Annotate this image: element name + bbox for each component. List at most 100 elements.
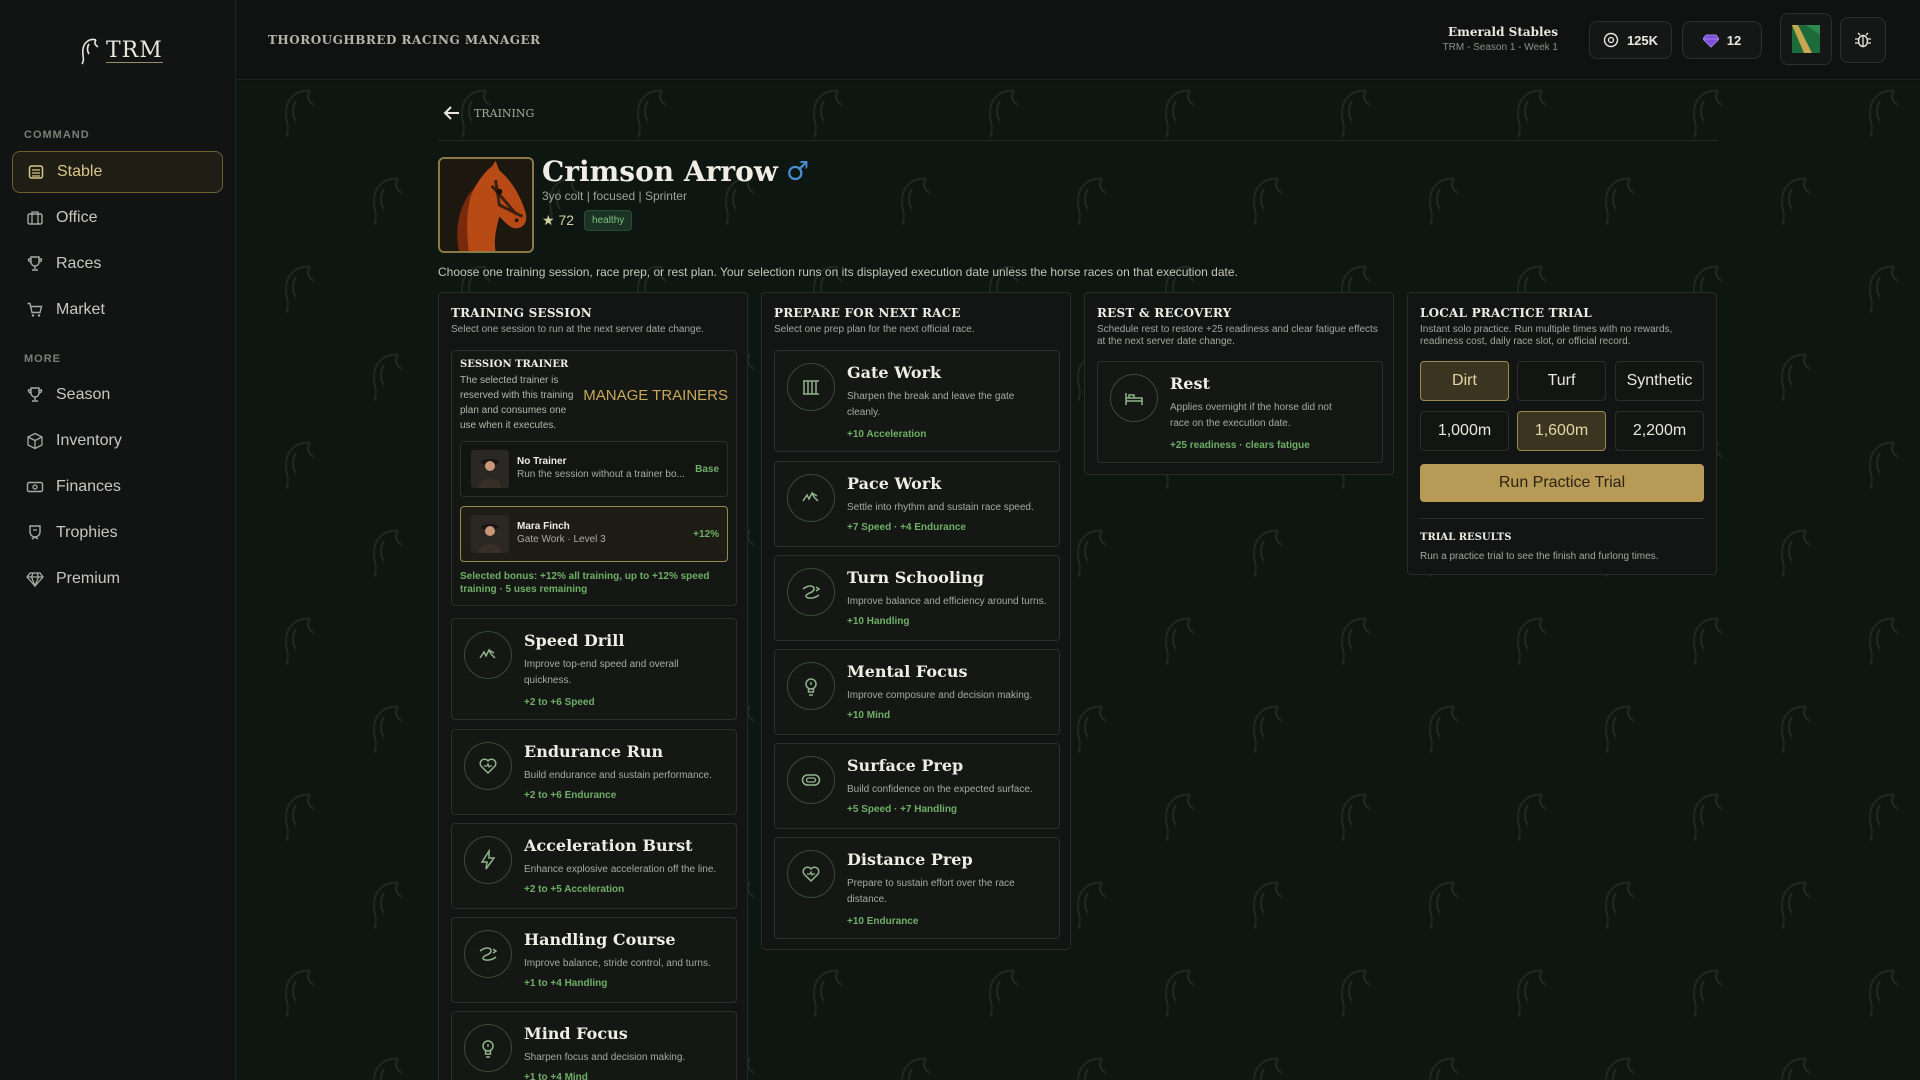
card-title: Mental Focus	[847, 662, 968, 681]
prep-card-pace-work[interactable]: Pace Work Settle into rhythm and sustain…	[774, 461, 1060, 547]
gems-balance[interactable]: 12	[1682, 21, 1762, 59]
horse-rating: ★ 72	[542, 212, 575, 228]
horse-details: 3yo colt | focused | Sprinter	[542, 189, 687, 203]
card-title: Gate Work	[847, 363, 942, 382]
silks-avatar[interactable]	[1780, 13, 1832, 65]
trainer-avatar	[471, 450, 509, 488]
sidebar-item-office[interactable]: Office	[12, 197, 223, 239]
season-week: TRM - Season 1 - Week 1	[1442, 42, 1558, 53]
trainer-sub: Run the session without a trainer bo...	[517, 469, 685, 480]
distance-option-1600m[interactable]: 1,600m	[1517, 411, 1606, 451]
session-card-handling-course[interactable]: Handling Course Improve balance, stride …	[451, 917, 737, 1003]
card-description: Build endurance and sustain performance.	[524, 770, 712, 781]
card-title: Pace Work	[847, 474, 942, 493]
trainer-option-mara-finch[interactable]: Mara Finch Gate Work · Level 3 +12%	[460, 506, 728, 562]
coins-value: 125K	[1626, 32, 1659, 48]
sidebar-item-label: Inventory	[56, 432, 122, 449]
bulb-icon	[464, 1024, 512, 1072]
sidebar: TRM COMMAND Stable Office Races Market M…	[0, 0, 236, 1080]
sidebar-item-season[interactable]: Season	[12, 374, 223, 416]
sidebar-item-inventory[interactable]: Inventory	[12, 420, 223, 462]
panel-title: TRAINING SESSION	[451, 306, 592, 320]
session-card-acceleration-burst[interactable]: Acceleration Burst Enhance explosive acc…	[451, 823, 737, 909]
card-title: Acceleration Burst	[524, 836, 693, 855]
card-bonus: +2 to +6 Endurance	[524, 790, 617, 801]
box-icon	[27, 432, 43, 450]
surface-option-turf[interactable]: Turf	[1517, 361, 1606, 401]
trainer-portrait-icon	[471, 515, 509, 553]
card-title: Rest	[1170, 374, 1210, 393]
gate-icon	[787, 363, 835, 411]
heart-icon	[464, 742, 512, 790]
horse-portrait	[438, 157, 534, 253]
sidebar-item-label: Market	[56, 301, 105, 318]
panel-title: REST & RECOVERY	[1097, 306, 1232, 320]
horse-name: Crimson Arrow ♂	[542, 155, 809, 188]
card-description: Improve top-end speed and overall quickn…	[524, 659, 679, 686]
gem-icon	[26, 572, 44, 588]
session-card-mind-focus[interactable]: Mind Focus Sharpen focus and decision ma…	[451, 1011, 737, 1080]
logo-text: TRM	[106, 37, 163, 63]
prep-card-mental-focus[interactable]: Mental Focus Improve composure and decis…	[774, 649, 1060, 735]
session-card-speed-drill[interactable]: Speed Drill Improve top-end speed and ov…	[451, 618, 737, 720]
horse-logo-icon	[81, 38, 99, 65]
sidebar-item-label: Trophies	[56, 524, 118, 541]
trainer-option-none[interactable]: No Trainer Run the session without a tra…	[460, 441, 728, 497]
back-to-training[interactable]: TRAINING	[442, 103, 534, 123]
prep-card-turn-schooling[interactable]: Turn Schooling Improve balance and effic…	[774, 555, 1060, 641]
selected-bonus: Selected bonus: +12% all training, up to…	[460, 571, 710, 595]
surface-option-synthetic[interactable]: Synthetic	[1615, 361, 1704, 401]
panel-title: LOCAL PRACTICE TRIAL	[1420, 306, 1592, 320]
nav-heading-command: COMMAND	[24, 129, 90, 141]
sidebar-item-premium[interactable]: Premium	[12, 558, 223, 600]
sidebar-item-market[interactable]: Market	[12, 289, 223, 331]
status-badge: healthy	[584, 210, 633, 231]
card-bonus: +1 to +4 Handling	[524, 978, 608, 989]
trainer-name: No Trainer	[517, 456, 567, 467]
sidebar-item-trophies[interactable]: Trophies	[12, 512, 223, 554]
horse-head-image	[440, 159, 532, 251]
panel-subtitle: Instant solo practice. Run multiple time…	[1420, 324, 1673, 347]
session-trainer-box: SESSION TRAINER The selected trainer is …	[451, 350, 737, 606]
bug-report-button[interactable]	[1840, 17, 1886, 63]
sidebar-item-finances[interactable]: Finances	[12, 466, 223, 508]
distance-option-1000m[interactable]: 1,000m	[1420, 411, 1509, 451]
manage-trainers-button[interactable]: MANAGE TRAINERS	[583, 387, 728, 404]
card-title: Mind Focus	[524, 1024, 628, 1043]
bed-icon	[1110, 374, 1158, 422]
gallop-icon	[464, 631, 512, 679]
card-description: Improve composure and decision making.	[847, 690, 1033, 701]
distance-option-2200m[interactable]: 2,200m	[1615, 411, 1704, 451]
card-description: Prepare to sustain effort over the race …	[847, 878, 1015, 905]
coin-icon	[1603, 32, 1619, 48]
heart-icon	[787, 850, 835, 898]
sidebar-item-races[interactable]: Races	[12, 243, 223, 285]
card-bonus: +1 to +4 Mind	[524, 1072, 588, 1080]
panel-subtitle: Select one session to run at the next se…	[451, 324, 704, 335]
coins-balance[interactable]: 125K	[1589, 21, 1672, 59]
card-bonus: +10 Endurance	[847, 916, 919, 927]
card-description: Applies overnight if the horse did not r…	[1170, 402, 1332, 429]
bulb-icon	[787, 662, 835, 710]
logo[interactable]: TRM	[76, 36, 163, 66]
trial-results-heading: TRIAL RESULTS	[1420, 532, 1512, 543]
surface-option-dirt[interactable]: Dirt	[1420, 361, 1509, 401]
prep-card-distance-prep[interactable]: Distance Prep Prepare to sustain effort …	[774, 837, 1060, 939]
card-title: Surface Prep	[847, 756, 964, 775]
prep-card-surface-prep[interactable]: Surface Prep Build confidence on the exp…	[774, 743, 1060, 829]
sidebar-item-stable[interactable]: Stable	[12, 151, 223, 193]
sidebar-item-label: Season	[56, 386, 111, 403]
session-card-endurance-run[interactable]: Endurance Run Build endurance and sustai…	[451, 729, 737, 815]
trainer-description: The selected trainer is reserved with th…	[460, 375, 574, 431]
card-title: Turn Schooling	[847, 568, 984, 587]
run-practice-trial-button[interactable]: Run Practice Trial	[1420, 464, 1704, 502]
office-icon	[27, 211, 43, 225]
stable-info[interactable]: Emerald Stables TRM - Season 1 - Week 1	[1443, 25, 1558, 53]
card-description: Enhance explosive acceleration off the l…	[524, 864, 717, 875]
gallop-icon	[787, 474, 835, 522]
sidebar-item-label: Races	[56, 255, 102, 272]
panel-subtitle: Schedule rest to restore +25 readiness a…	[1097, 324, 1378, 347]
sidebar-item-label: Premium	[56, 570, 121, 587]
rest-card[interactable]: Rest Applies overnight if the horse did …	[1097, 361, 1383, 463]
prep-card-gate-work[interactable]: Gate Work Sharpen the break and leave th…	[774, 350, 1060, 452]
